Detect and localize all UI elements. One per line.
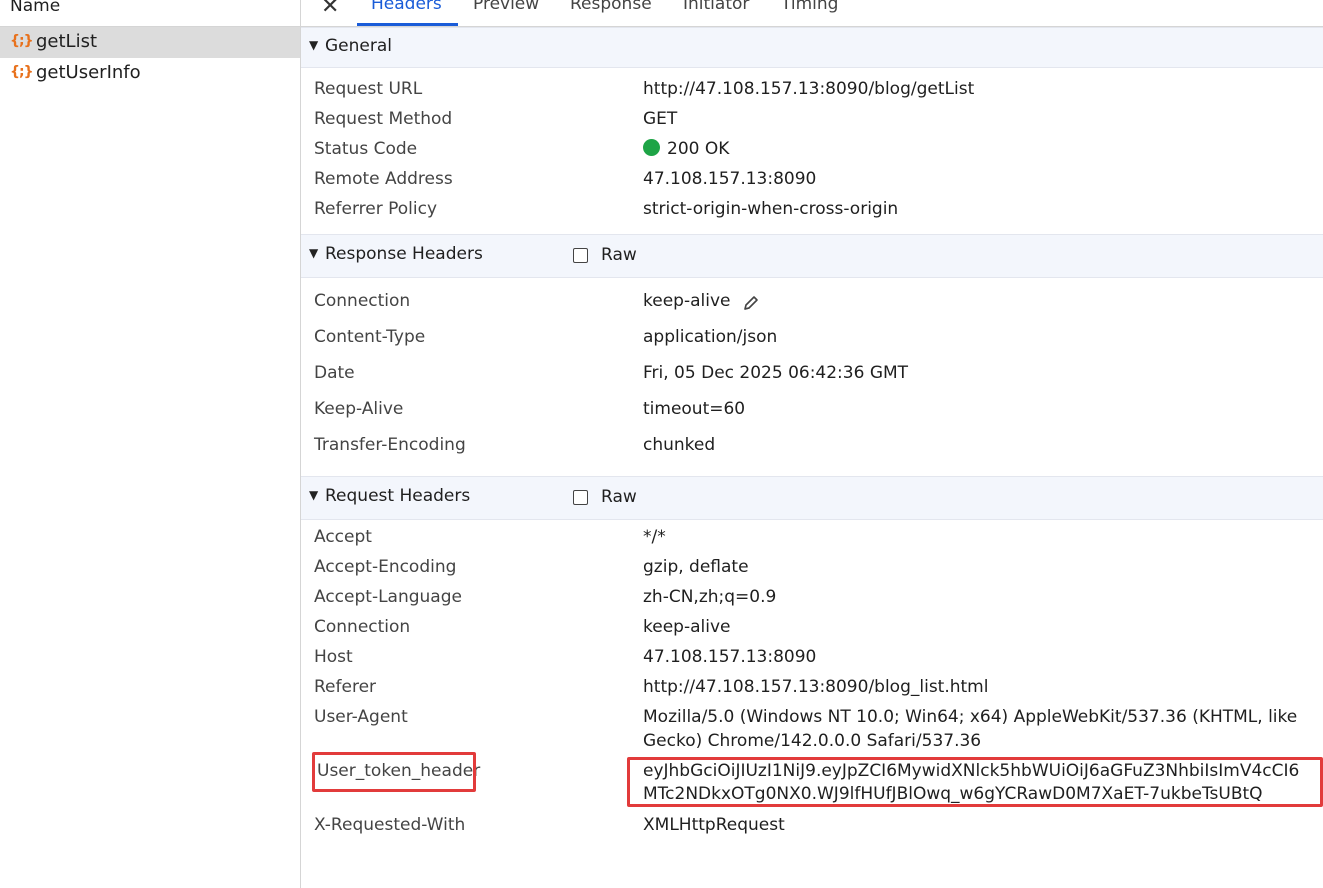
status-code-value: 200 OK <box>667 139 730 159</box>
header-key: Referrer Policy <box>314 199 438 219</box>
header-key: Date <box>314 363 355 383</box>
raw-checkbox[interactable] <box>573 490 588 505</box>
header-value: 47.108.157.13:8090 <box>643 647 817 667</box>
tab-timing[interactable]: Timing <box>781 0 838 14</box>
header-row: Accept-Language zh-CN,zh;q=0.9 <box>301 587 1323 611</box>
header-key: Content-Type <box>314 327 426 347</box>
tab-initiator[interactable]: Initiator <box>683 0 749 14</box>
triangle-down-icon: ▼ <box>309 38 319 52</box>
header-value: gzip, deflate <box>643 557 749 577</box>
header-value: XMLHttpRequest <box>643 815 785 835</box>
header-row: Date Fri, 05 Dec 2025 06:42:36 GMT <box>301 363 1323 387</box>
section-title: Request Headers <box>325 486 471 506</box>
header-key: Referer <box>314 677 377 697</box>
highlight-box-key <box>312 752 476 792</box>
header-key: Status Code <box>314 139 418 159</box>
header-row: Referer http://47.108.157.13:8090/blog_l… <box>301 677 1323 701</box>
header-row: Referrer Policy strict-origin-when-cross… <box>301 199 1323 223</box>
header-key: Remote Address <box>314 169 453 189</box>
header-row: X-Requested-With XMLHttpRequest <box>301 815 1323 839</box>
header-row: Request Method GET <box>301 109 1323 133</box>
header-key: Host <box>314 647 353 667</box>
name-column-label: Name <box>10 0 61 16</box>
raw-checkbox[interactable] <box>573 248 588 263</box>
header-key: Transfer-Encoding <box>314 435 466 455</box>
header-row: Connection keep-alive <box>301 617 1323 641</box>
header-key: Request URL <box>314 79 423 99</box>
xhr-icon: {;} <box>10 33 34 49</box>
header-key: Accept-Language <box>314 587 462 607</box>
header-value-wrap: 200 OK <box>643 139 1323 159</box>
header-row: Keep-Alive timeout=60 <box>301 399 1323 423</box>
header-value-continued: Gecko) Chrome/142.0.0.0 Safari/537.36 <box>643 731 982 751</box>
header-key: X-Requested-With <box>314 815 466 835</box>
header-row: Host 47.108.157.13:8090 <box>301 647 1323 671</box>
triangle-down-icon: ▼ <box>309 246 319 260</box>
header-value: chunked <box>643 435 716 455</box>
header-key: Accept-Encoding <box>314 557 457 577</box>
header-row: Transfer-Encoding chunked <box>301 435 1323 459</box>
header-row: Remote Address 47.108.157.13:8090 <box>301 169 1323 193</box>
header-value: timeout=60 <box>643 399 746 419</box>
header-row: Status Code 200 OK <box>301 139 1323 163</box>
header-row: Connection keep-alive <box>301 291 1323 315</box>
name-column-header[interactable]: Name <box>0 0 300 27</box>
tab-headers[interactable]: Headers <box>371 0 442 14</box>
header-value: http://47.108.157.13:8090/blog/getList <box>643 79 975 99</box>
header-row: Content-Type application/json <box>301 327 1323 351</box>
request-item-getlist[interactable]: {;} getList <box>0 27 300 58</box>
header-value: strict-origin-when-cross-origin <box>643 199 899 219</box>
tab-response[interactable]: Response <box>570 0 652 14</box>
section-title: Response Headers <box>325 244 483 264</box>
raw-label: Raw <box>601 487 637 507</box>
response-headers-section-header[interactable]: ▼ Response Headers Raw <box>301 234 1323 278</box>
header-key: Connection <box>314 617 411 637</box>
tab-preview[interactable]: Preview <box>473 0 539 14</box>
header-value: */* <box>643 527 666 547</box>
header-value: http://47.108.157.13:8090/blog_list.html <box>643 677 989 697</box>
request-name: getList <box>36 31 98 52</box>
active-tab-indicator <box>357 23 458 26</box>
header-key: Connection <box>314 291 411 311</box>
details-panel: ✕ Headers Preview Response Initiator Tim… <box>301 0 1323 888</box>
request-headers-section-header[interactable]: ▼ Request Headers Raw <box>301 476 1323 520</box>
highlight-box-value <box>627 757 1323 807</box>
details-tab-bar: ✕ Headers Preview Response Initiator Tim… <box>301 0 1323 27</box>
request-item-getuserinfo[interactable]: {;} getUserInfo <box>0 58 300 89</box>
header-value: Mozilla/5.0 (Windows NT 10.0; Win64; x64… <box>643 707 1298 727</box>
pencil-icon[interactable] <box>741 293 761 313</box>
header-key: Request Method <box>314 109 453 129</box>
header-row: Accept-Encoding gzip, deflate <box>301 557 1323 581</box>
header-value: Fri, 05 Dec 2025 06:42:36 GMT <box>643 363 909 383</box>
header-value: keep-alive <box>643 617 731 637</box>
request-name: getUserInfo <box>36 62 141 83</box>
status-ok-dot-icon <box>643 139 660 156</box>
triangle-down-icon: ▼ <box>309 488 319 502</box>
header-key: Accept <box>314 527 372 547</box>
header-key: Keep-Alive <box>314 399 404 419</box>
header-row: Accept */* <box>301 527 1323 551</box>
request-list-panel: Name {;} getList {;} getUserInfo <box>0 0 301 888</box>
close-icon[interactable]: ✕ <box>321 0 339 19</box>
header-value: zh-CN,zh;q=0.9 <box>643 587 777 607</box>
xhr-icon: {;} <box>10 64 34 80</box>
header-key: User-Agent <box>314 707 408 727</box>
section-title: General <box>325 36 392 56</box>
raw-label: Raw <box>601 245 637 265</box>
header-row: User-Agent Mozilla/5.0 (Windows NT 10.0;… <box>301 707 1323 755</box>
header-value: 47.108.157.13:8090 <box>643 169 817 189</box>
header-row: Request URL http://47.108.157.13:8090/bl… <box>301 79 1323 103</box>
general-section-header[interactable]: ▼ General <box>301 27 1323 68</box>
header-value: GET <box>643 109 678 129</box>
header-value: application/json <box>643 327 778 347</box>
